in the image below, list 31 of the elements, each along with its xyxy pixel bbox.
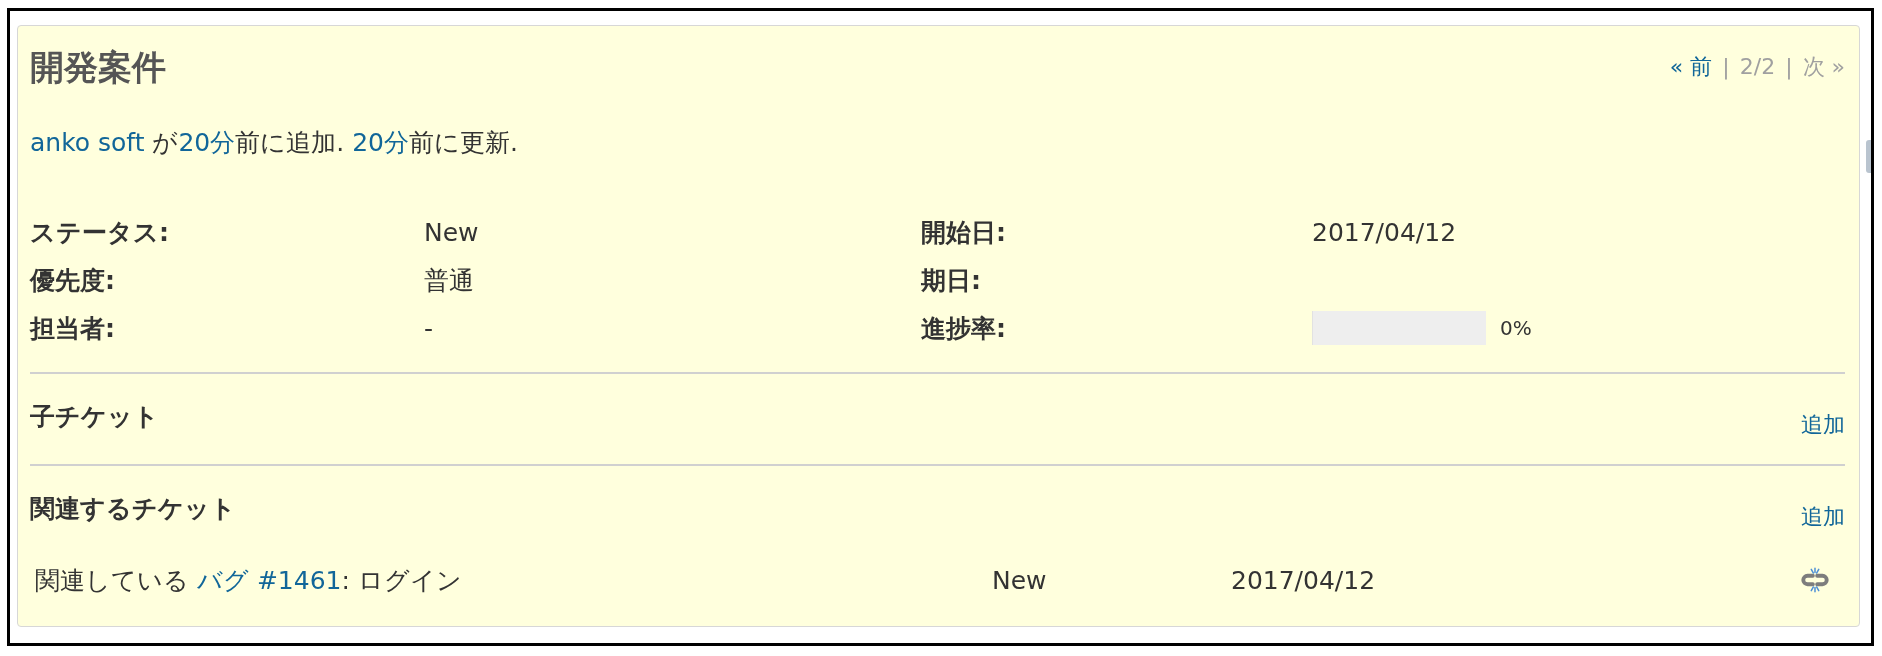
attribute-label: 進捗率: <box>921 312 1007 345</box>
attribute-value: 2017/04/12 <box>1312 217 1458 247</box>
user-link[interactable]: anko soft <box>30 128 145 157</box>
pager-link[interactable]: « 前 <box>1669 52 1713 82</box>
pager-link: 次 » <box>1802 53 1845 81</box>
issue-link[interactable]: バグ #1461 <box>196 565 342 595</box>
relation-start-date: 2017/04/12 <box>1231 565 1376 595</box>
section-heading: 子チケット <box>30 402 159 432</box>
broken-link-icon[interactable] <box>1799 567 1831 593</box>
author-line: anko soft が20分前に追加. 20分前に更新. <box>30 128 519 158</box>
scroll-thumb[interactable] <box>1866 140 1871 173</box>
time-link[interactable]: 20分 <box>352 128 409 157</box>
issue-title: 開発案件 <box>30 47 166 87</box>
attribute-label: ステータス: <box>30 216 170 249</box>
attribute-value: - <box>424 313 435 343</box>
attribute-label: 優先度: <box>30 264 116 297</box>
attribute-label: 期日: <box>921 264 982 297</box>
attribute-value: 普通 <box>424 264 475 297</box>
section-heading: 関連するチケット <box>30 494 236 524</box>
pager-separator: | <box>1722 53 1730 82</box>
attribute-label: 担当者: <box>30 312 116 345</box>
attribute-label: 開始日: <box>921 216 1007 249</box>
add-link[interactable]: 追加 <box>1801 502 1845 532</box>
relation-subject: 関連している バグ #1461: ログイン <box>34 564 462 597</box>
pager-separator: | <box>1785 53 1793 82</box>
progress-reading: 0% <box>1500 316 1532 340</box>
attribute-value: New <box>424 217 480 247</box>
add-link[interactable]: 追加 <box>1801 410 1845 440</box>
relation-status: New <box>992 565 1047 595</box>
page-position: 2/2 <box>1739 53 1776 81</box>
time-link[interactable]: 20分 <box>178 128 236 157</box>
